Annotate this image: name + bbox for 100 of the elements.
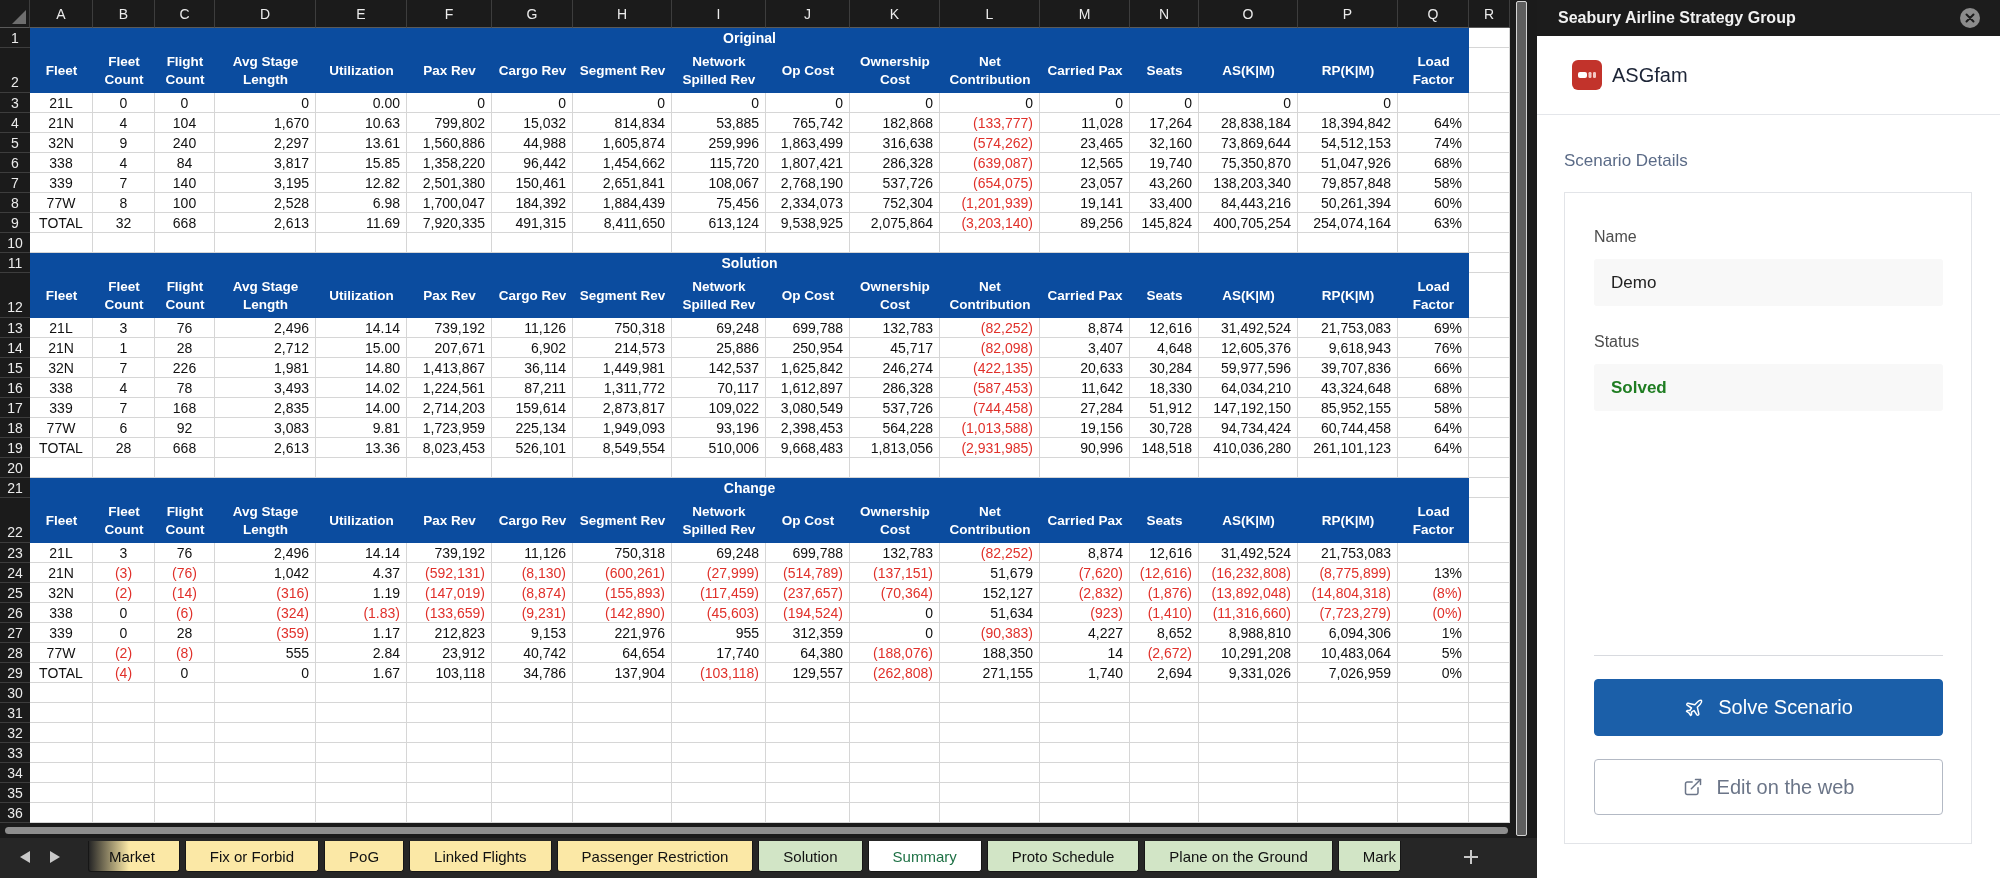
column-header: Seats bbox=[1130, 48, 1199, 93]
sheet-tab[interactable]: Summary bbox=[867, 841, 982, 872]
status-field: Solved bbox=[1594, 364, 1943, 411]
column-letter[interactable]: N bbox=[1130, 0, 1199, 28]
sheet-tab[interactable]: Mark bbox=[1337, 841, 1402, 872]
row-number[interactable]: 11 bbox=[0, 253, 30, 273]
column-header: Segment Rev bbox=[573, 48, 672, 93]
column-header: Utilization bbox=[316, 48, 407, 93]
select-all-icon[interactable] bbox=[12, 10, 26, 24]
column-header: Flight Count bbox=[155, 498, 215, 543]
row-number[interactable]: 36 bbox=[0, 803, 30, 823]
row-number[interactable]: 22 bbox=[0, 498, 30, 543]
column-header: Fleet bbox=[30, 498, 93, 543]
sheet-tab[interactable]: Passenger Restriction bbox=[556, 841, 754, 872]
column-letter[interactable]: A bbox=[30, 0, 93, 28]
column-header: Net Contribution bbox=[940, 48, 1040, 93]
row-number[interactable]: 10 bbox=[0, 233, 30, 253]
text-field[interactable]: Demo bbox=[1594, 259, 1943, 306]
row-number[interactable]: 18 bbox=[0, 418, 30, 438]
column-letter[interactable]: Q bbox=[1398, 0, 1469, 28]
column-letter[interactable]: R bbox=[1469, 0, 1510, 28]
sheet-tab[interactable]: Solution bbox=[758, 841, 863, 872]
column-letter[interactable]: D bbox=[215, 0, 316, 28]
horizontal-scrollbar[interactable] bbox=[5, 827, 1508, 834]
row-number[interactable]: 4 bbox=[0, 113, 30, 133]
column-header: Ownership Cost bbox=[850, 273, 940, 318]
row-number[interactable]: 24 bbox=[0, 563, 30, 583]
column-letter[interactable]: M bbox=[1040, 0, 1130, 28]
column-header: Load Factor bbox=[1398, 273, 1469, 318]
column-header: Flight Count bbox=[155, 48, 215, 93]
row-number[interactable]: 26 bbox=[0, 603, 30, 623]
table-title: Change bbox=[30, 478, 1469, 498]
row-number[interactable]: 2 bbox=[0, 48, 30, 93]
sheet-tab[interactable]: Fix or Forbid bbox=[184, 841, 320, 872]
row-number[interactable]: 30 bbox=[0, 683, 30, 703]
column-header: Avg Stage Length bbox=[215, 48, 316, 93]
column-letter[interactable]: G bbox=[492, 0, 573, 28]
row-number[interactable]: 5 bbox=[0, 133, 30, 153]
column-header: Carried Pax bbox=[1040, 48, 1130, 93]
column-header: Op Cost bbox=[766, 48, 850, 93]
column-header: Op Cost bbox=[766, 498, 850, 543]
caret-left-icon[interactable] bbox=[20, 850, 30, 863]
row-number[interactable]: 35 bbox=[0, 783, 30, 803]
column-header: Fleet Count bbox=[93, 273, 155, 318]
row-number[interactable]: 25 bbox=[0, 583, 30, 603]
row-number[interactable]: 17 bbox=[0, 398, 30, 418]
row-number[interactable]: 15 bbox=[0, 358, 30, 378]
column-header: Seats bbox=[1130, 498, 1199, 543]
row-number[interactable]: 8 bbox=[0, 193, 30, 213]
row-number[interactable]: 14 bbox=[0, 338, 30, 358]
column-letter[interactable]: B bbox=[93, 0, 155, 28]
column-header: Carried Pax bbox=[1040, 498, 1130, 543]
row-number[interactable]: 33 bbox=[0, 743, 30, 763]
column-letter[interactable]: C bbox=[155, 0, 215, 28]
column-letter[interactable]: P bbox=[1298, 0, 1398, 28]
column-header: Net Contribution bbox=[940, 273, 1040, 318]
edit-button[interactable]: Edit on the web bbox=[1594, 759, 1943, 815]
row-number[interactable]: 31 bbox=[0, 703, 30, 723]
column-letter[interactable]: O bbox=[1199, 0, 1298, 28]
column-letter[interactable]: I bbox=[672, 0, 766, 28]
column-letter[interactable]: L bbox=[940, 0, 1040, 28]
close-icon[interactable] bbox=[1960, 8, 1980, 28]
sheet-tab[interactable]: Market bbox=[88, 841, 180, 872]
column-letter[interactable]: J bbox=[766, 0, 850, 28]
sheet-tab[interactable]: Linked Flights bbox=[409, 841, 552, 872]
row-number[interactable]: 32 bbox=[0, 723, 30, 743]
row-number[interactable]: 16 bbox=[0, 378, 30, 398]
row-number[interactable]: 19 bbox=[0, 438, 30, 458]
column-header: Cargo Rev bbox=[492, 273, 573, 318]
row-number[interactable]: 29 bbox=[0, 663, 30, 683]
row-number[interactable]: 7 bbox=[0, 173, 30, 193]
row-number[interactable]: 27 bbox=[0, 623, 30, 643]
column-header: AS(K|M) bbox=[1199, 498, 1298, 543]
row-number[interactable]: 23 bbox=[0, 543, 30, 563]
row-number[interactable]: 1 bbox=[0, 28, 30, 48]
external-link-icon bbox=[1682, 777, 1703, 797]
sheet-tab[interactable]: Proto Schedule bbox=[986, 841, 1140, 872]
column-letter[interactable]: E bbox=[316, 0, 407, 28]
row-number[interactable]: 6 bbox=[0, 153, 30, 173]
row-number[interactable]: 12 bbox=[0, 273, 30, 318]
column-header: Network Spilled Rev bbox=[672, 273, 766, 318]
column-letter[interactable]: K bbox=[850, 0, 940, 28]
row-number[interactable]: 13 bbox=[0, 318, 30, 338]
row-number[interactable]: 28 bbox=[0, 643, 30, 663]
row-number[interactable]: 34 bbox=[0, 763, 30, 783]
row-number[interactable]: 9 bbox=[0, 213, 30, 233]
row-number[interactable]: 21 bbox=[0, 478, 30, 498]
sheet-tab[interactable]: PoG bbox=[324, 841, 405, 872]
column-header: Seats bbox=[1130, 273, 1199, 318]
sheet-tab[interactable]: Plane on the Ground bbox=[1144, 841, 1333, 872]
column-letter[interactable]: F bbox=[407, 0, 492, 28]
caret-right-icon[interactable] bbox=[50, 850, 60, 863]
row-number[interactable]: 20 bbox=[0, 458, 30, 478]
column-header: Flight Count bbox=[155, 273, 215, 318]
plus-icon[interactable] bbox=[1464, 849, 1478, 864]
solve-button[interactable]: Solve Scenario bbox=[1594, 679, 1943, 736]
row-number[interactable]: 3 bbox=[0, 93, 30, 113]
column-letter[interactable]: H bbox=[573, 0, 672, 28]
table-title: Solution bbox=[30, 253, 1469, 273]
vertical-scrollbar[interactable] bbox=[1516, 1, 1527, 836]
